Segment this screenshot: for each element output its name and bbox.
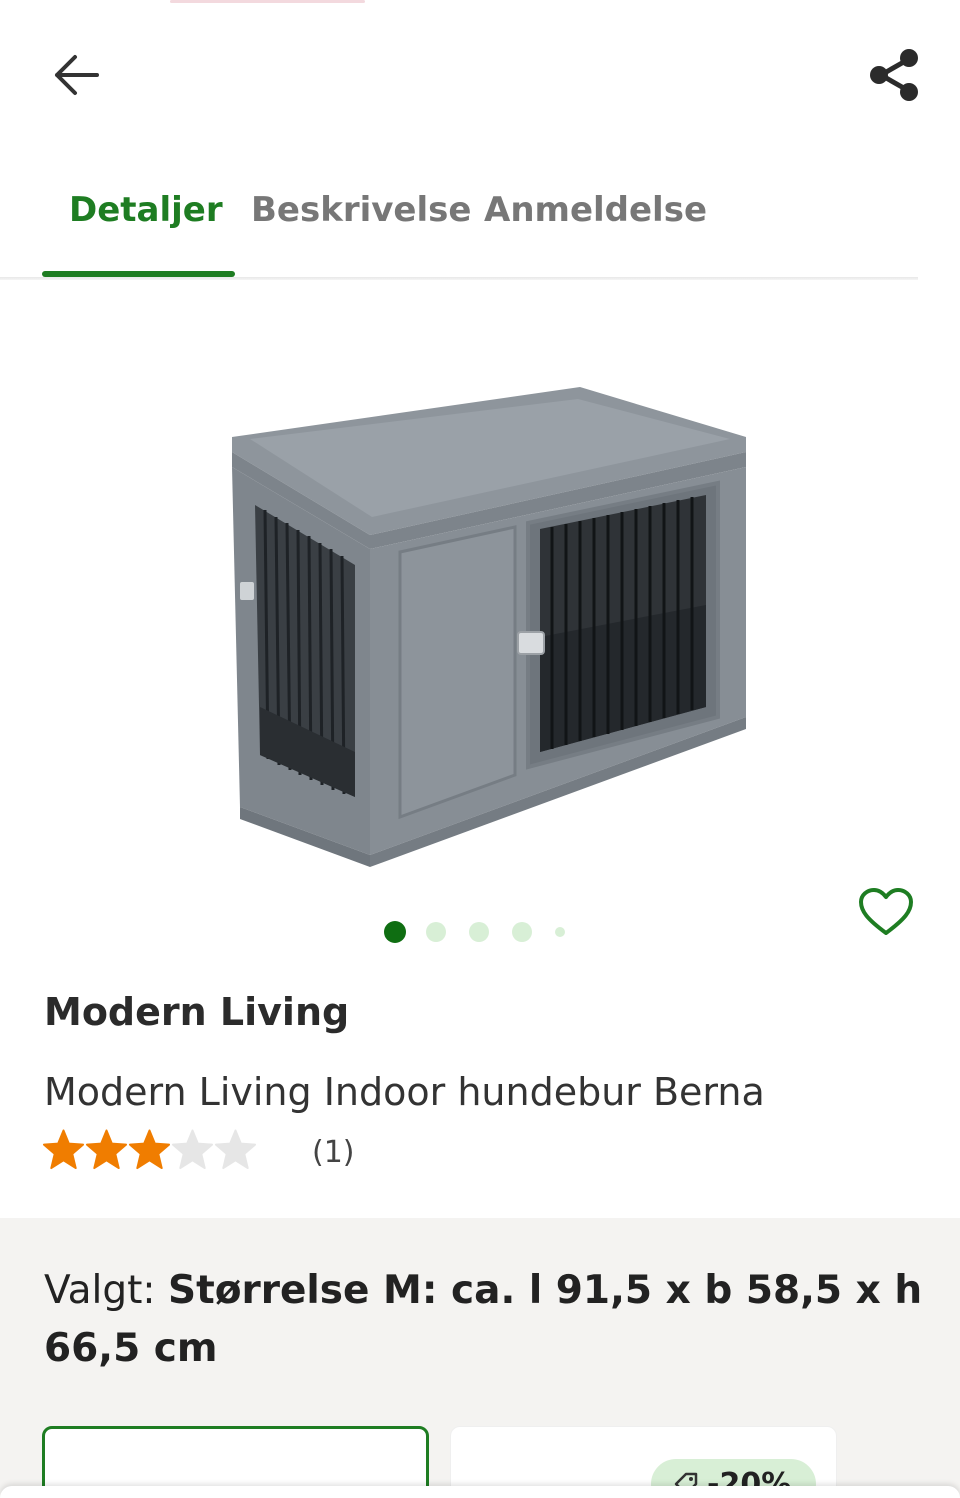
- star-empty-icon: [171, 1129, 214, 1170]
- product-brand[interactable]: Modern Living: [44, 990, 349, 1034]
- pagination-dot[interactable]: [512, 922, 532, 942]
- bottom-sheet[interactable]: [0, 1486, 960, 1498]
- tab-bar: Detaljer Beskrivelse Anmeldelse: [0, 160, 960, 280]
- selected-variant-label: Valgt: Størrelse M: ca. l 91,5 x b 58,5 …: [44, 1262, 924, 1378]
- review-count[interactable]: (1): [312, 1135, 355, 1170]
- pagination-dot[interactable]: [555, 927, 565, 937]
- star-filled-icon: [128, 1129, 171, 1170]
- share-button[interactable]: [860, 40, 930, 110]
- tab-beskrivelse[interactable]: Beskrivelse: [251, 190, 471, 230]
- gallery-pagination: [0, 920, 960, 944]
- arrow-left-icon: [55, 55, 99, 95]
- star-filled-icon: [42, 1129, 85, 1170]
- app-bar: [0, 0, 960, 150]
- tab-detaljer[interactable]: Detaljer: [69, 190, 223, 230]
- rating-stars: [42, 1128, 257, 1174]
- pagination-dot[interactable]: [426, 922, 446, 942]
- variant-value: Størrelse M: ca. l 91,5 x b 58,5 x h 66,…: [44, 1268, 923, 1371]
- variant-selector: Valgt: Størrelse M: ca. l 91,5 x b 58,5 …: [0, 1218, 960, 1498]
- tab-anmeldelse[interactable]: Anmeldelse: [484, 190, 707, 230]
- pagination-dot[interactable]: [469, 922, 489, 942]
- pagination-dot-active[interactable]: [384, 921, 406, 943]
- product-image[interactable]: [210, 377, 770, 867]
- share-icon: [870, 49, 918, 101]
- tab-divider: [0, 277, 918, 280]
- star-filled-icon: [85, 1129, 128, 1170]
- variant-prefix: Valgt:: [44, 1268, 168, 1313]
- star-empty-icon: [214, 1129, 257, 1170]
- back-button[interactable]: [40, 45, 110, 105]
- product-rating[interactable]: (1): [42, 1128, 362, 1174]
- image-gallery[interactable]: [0, 282, 960, 972]
- product-title: Modern Living Indoor hundebur Berna: [44, 1070, 765, 1114]
